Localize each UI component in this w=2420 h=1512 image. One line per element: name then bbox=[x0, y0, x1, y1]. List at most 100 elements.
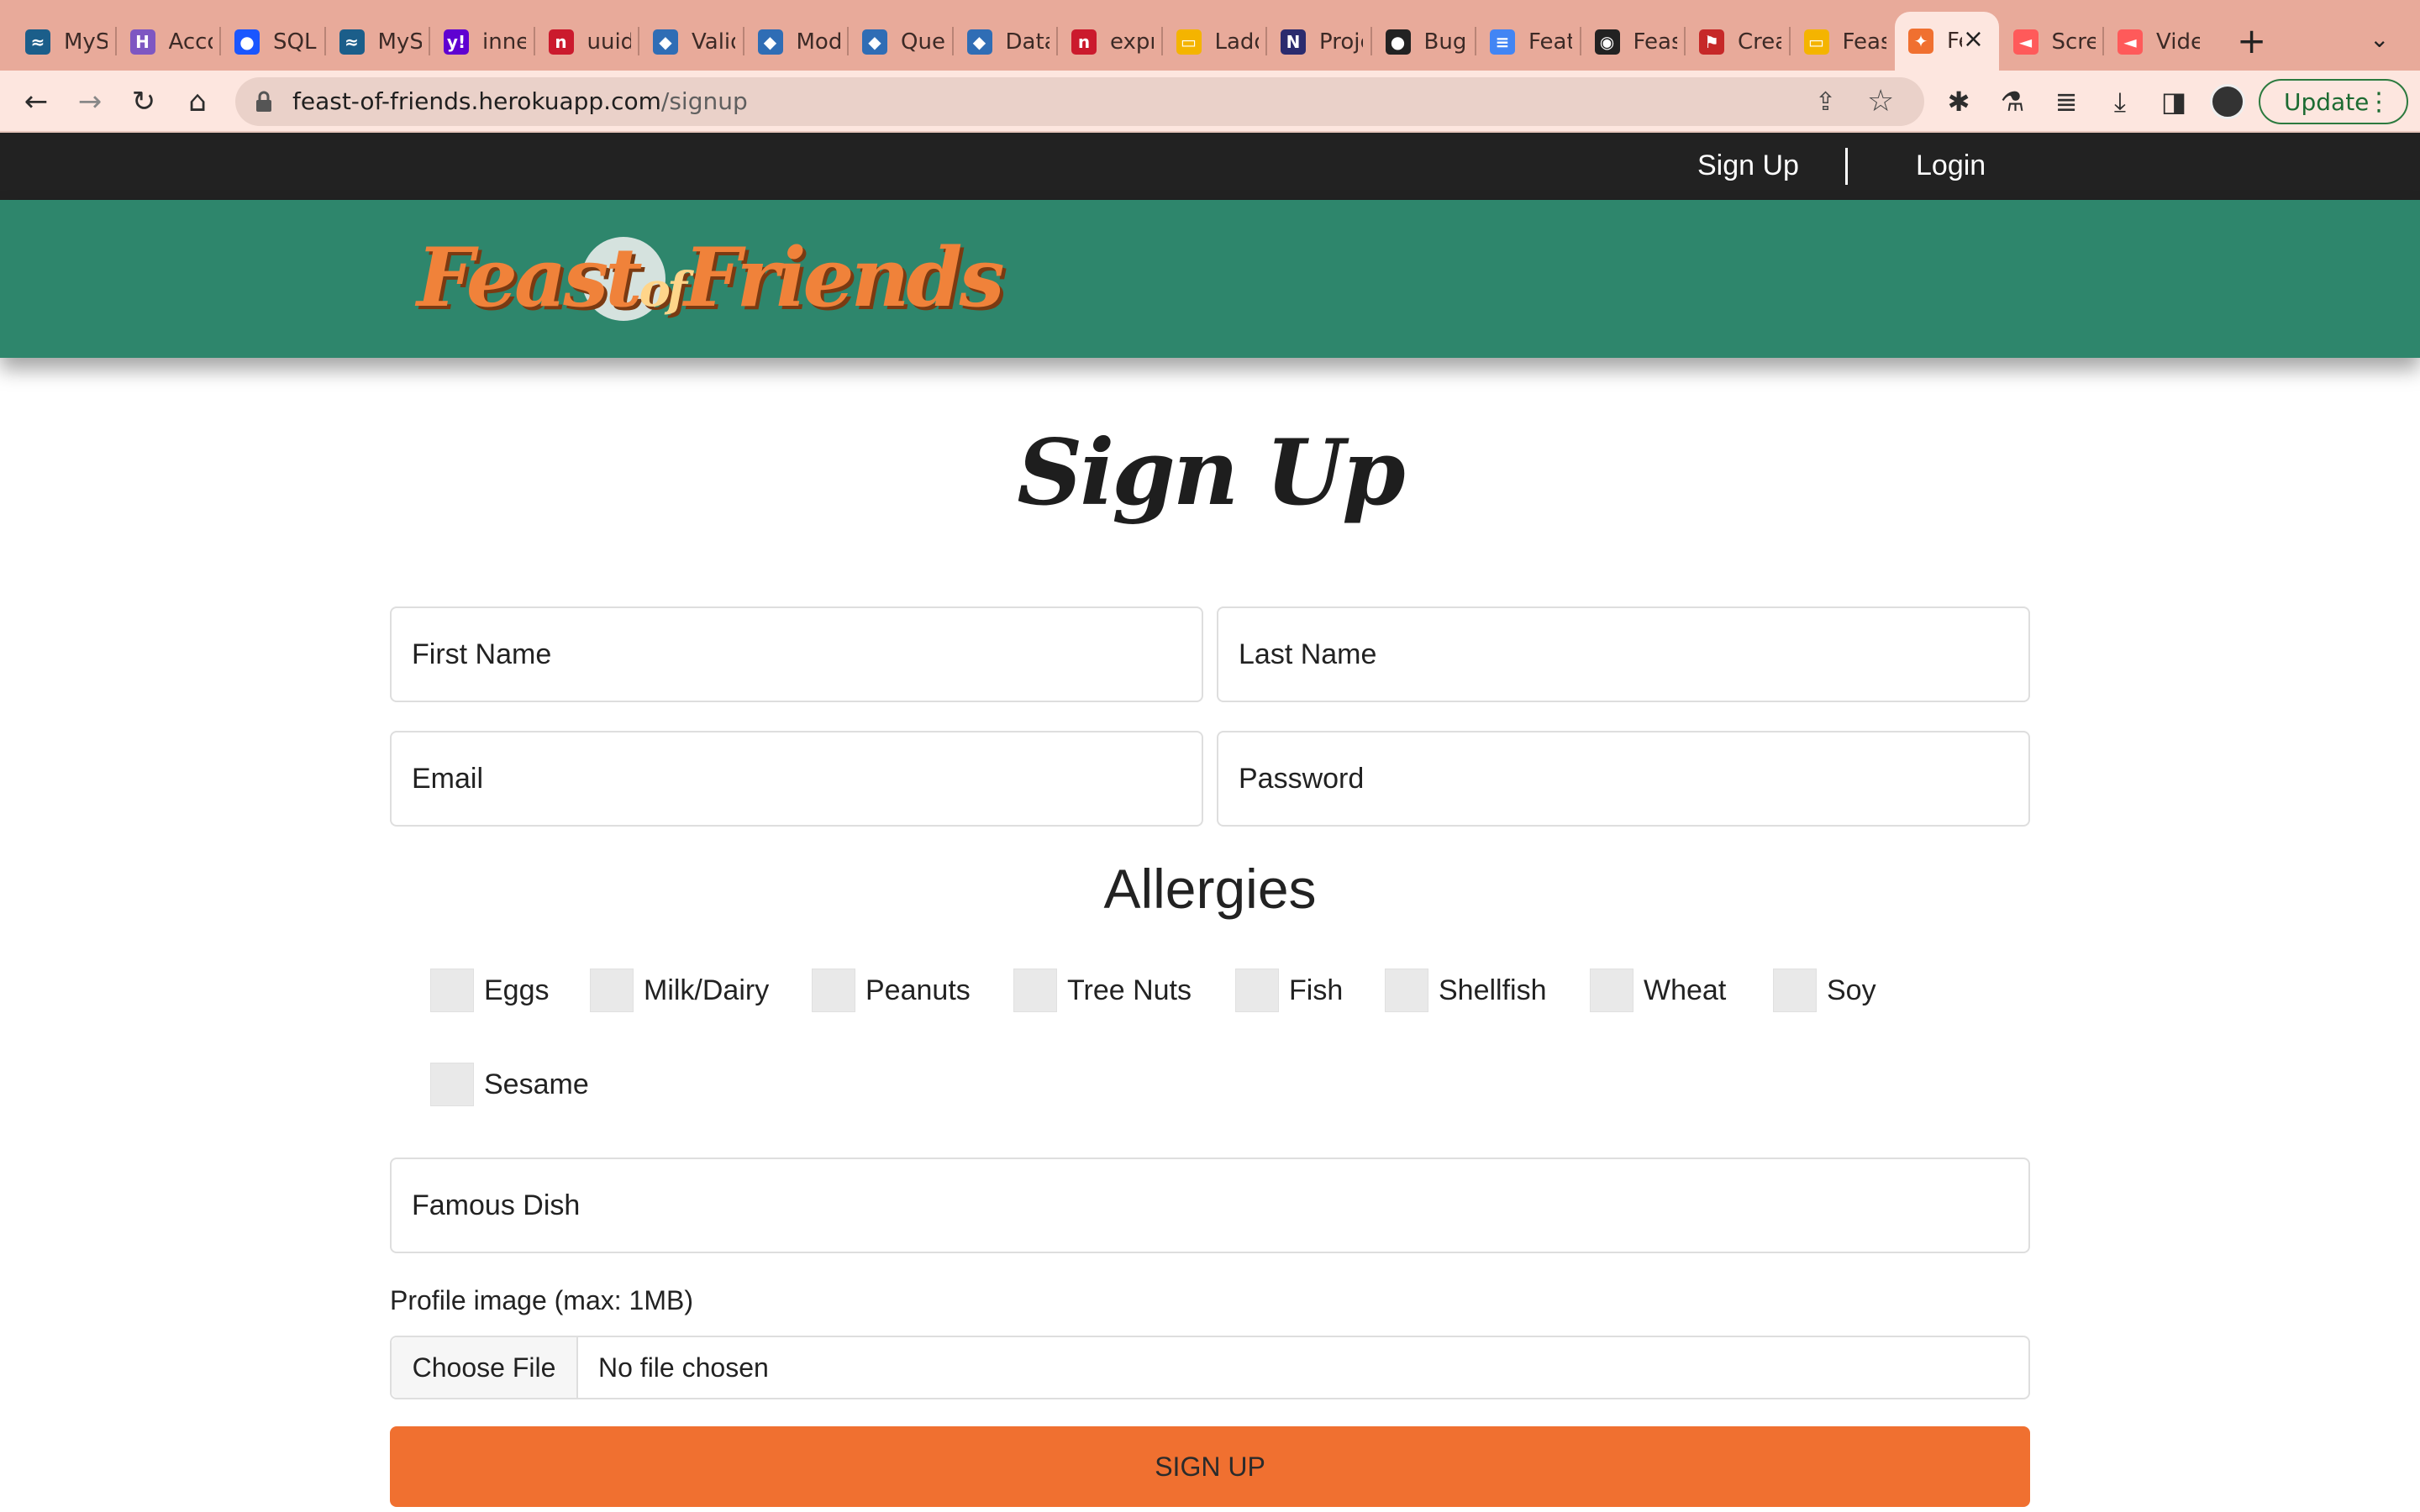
checkbox[interactable] bbox=[590, 969, 634, 1012]
browser-tab[interactable]: ● Bug bbox=[1372, 18, 1477, 66]
browser-tab[interactable]: y! inner bbox=[430, 18, 535, 66]
flag-icon: ⚑ bbox=[1699, 29, 1724, 55]
feast-of-friends-logo[interactable]: FeastofFriends bbox=[417, 222, 1005, 331]
tab-title: Feast of Friends bbox=[1947, 29, 1962, 54]
checkbox[interactable] bbox=[1385, 969, 1428, 1012]
signup-submit-button[interactable]: SIGN UP bbox=[390, 1426, 2030, 1507]
tab-title: Model bbox=[796, 29, 840, 55]
browser-tab[interactable]: ● SQL bbox=[221, 18, 326, 66]
tab-title: MySQL bbox=[377, 29, 422, 55]
allergy-label: Peanuts bbox=[865, 974, 971, 1006]
famous-dish-placeholder: Famous Dish bbox=[412, 1189, 581, 1221]
allergy-checkbox-sesame[interactable]: Sesame bbox=[430, 1062, 589, 1107]
bookmark-star-icon[interactable]: ☆ bbox=[1867, 84, 1894, 118]
checkbox[interactable] bbox=[1235, 969, 1279, 1012]
npm-icon: n bbox=[1071, 29, 1097, 55]
media-queue-icon[interactable]: ≣ bbox=[2047, 82, 2086, 121]
first-name-placeholder: First Name bbox=[412, 638, 552, 670]
allergy-label: Sesame bbox=[484, 1068, 589, 1100]
browser-tab[interactable]: ◆ Validation bbox=[639, 18, 744, 66]
menu-kebab-icon: ⋮ bbox=[2366, 87, 2391, 117]
browser-tab[interactable]: ▭ Feast bbox=[1791, 18, 1896, 66]
labs-flask-icon[interactable]: ⚗ bbox=[1993, 82, 2032, 121]
notion-icon: N bbox=[1281, 29, 1306, 55]
sequelize-icon: ◆ bbox=[757, 29, 783, 55]
allergy-checkbox-eggs[interactable]: Eggs bbox=[430, 968, 550, 1013]
last-name-input[interactable]: Last Name bbox=[1217, 606, 2030, 702]
checkbox[interactable] bbox=[1590, 969, 1634, 1012]
mysql-icon: ≈ bbox=[25, 29, 50, 55]
checkbox[interactable] bbox=[812, 969, 855, 1012]
famous-dish-input[interactable]: Famous Dish bbox=[390, 1158, 2030, 1253]
logo-text: FeastofFriends bbox=[417, 230, 1005, 325]
tab-title: Ladder bbox=[1214, 29, 1259, 55]
browser-tab[interactable]: ◄ Video bbox=[2104, 18, 2209, 66]
profile-image-file-input[interactable]: Choose File No file chosen bbox=[390, 1336, 2030, 1399]
profile-image-label: Profile image (max: 1MB) bbox=[390, 1285, 693, 1315]
address-bar[interactable]: feast-of-friends.herokuapp.com/signup ⇪ … bbox=[235, 77, 1924, 126]
new-tab-button[interactable]: + bbox=[2237, 22, 2266, 60]
screencastify-icon: ◄ bbox=[2118, 29, 2143, 55]
checkbox[interactable] bbox=[430, 1063, 474, 1106]
browser-tab[interactable]: n express bbox=[1058, 18, 1163, 66]
browser-tab[interactable]: ◆ Queries bbox=[849, 18, 954, 66]
profile-avatar[interactable] bbox=[2210, 84, 2245, 119]
allergy-checkbox-soy[interactable]: Soy bbox=[1773, 968, 1876, 1013]
allergy-label: Shellfish bbox=[1439, 974, 1547, 1006]
home-icon[interactable]: ⌂ bbox=[178, 82, 217, 121]
email-input[interactable]: Email bbox=[390, 731, 1203, 827]
download-icon[interactable]: ⤓ bbox=[2101, 82, 2139, 121]
forward-arrow-icon[interactable]: → bbox=[71, 82, 109, 121]
sequelize-icon: ◆ bbox=[653, 29, 678, 55]
extensions-puzzle-icon[interactable]: ✱ bbox=[1939, 82, 1978, 121]
tab-title: Data bbox=[1005, 29, 1050, 55]
allergy-checkbox-wheat[interactable]: Wheat bbox=[1590, 968, 1726, 1013]
checkbox[interactable] bbox=[1773, 969, 1817, 1012]
allergy-checkbox-peanuts[interactable]: Peanuts bbox=[812, 968, 971, 1013]
share-icon[interactable]: ⇪ bbox=[1815, 87, 1836, 117]
browser-tab[interactable]: ≡ Feature bbox=[1476, 18, 1581, 66]
nav-login-link[interactable]: Login bbox=[1916, 150, 1986, 182]
reload-icon[interactable]: ↻ bbox=[124, 82, 163, 121]
browser-tab[interactable]: ◉ Feast bbox=[1581, 18, 1686, 66]
checkbox[interactable] bbox=[1013, 969, 1057, 1012]
npm-icon: n bbox=[548, 29, 574, 55]
password-input[interactable]: Password bbox=[1217, 731, 2030, 827]
allergy-checkbox-fish[interactable]: Fish bbox=[1235, 968, 1343, 1013]
tab-title: Feast bbox=[1633, 29, 1677, 55]
browser-tab[interactable]: n uuid bbox=[535, 18, 640, 66]
allergy-checkbox-tree-nuts[interactable]: Tree Nuts bbox=[1013, 968, 1192, 1013]
choose-file-button[interactable]: Choose File bbox=[392, 1337, 578, 1398]
tab-title: Video bbox=[2156, 29, 2200, 55]
allergy-checkbox-milk-dairy[interactable]: Milk/Dairy bbox=[590, 968, 769, 1013]
update-label: Update bbox=[2284, 87, 2370, 116]
nav-signup-link[interactable]: Sign Up bbox=[1697, 150, 1799, 182]
allergies-heading: Allergies bbox=[1103, 858, 1317, 920]
browser-tab[interactable]: ≈ MySQL bbox=[326, 18, 431, 66]
browser-tab[interactable]: ≈ MySQL bbox=[12, 18, 117, 66]
browser-tab[interactable]: ◆ Data bbox=[954, 18, 1059, 66]
checkbox[interactable] bbox=[430, 969, 474, 1012]
back-arrow-icon[interactable]: ← bbox=[17, 82, 55, 121]
browser-tab[interactable]: ⚑ Create bbox=[1686, 18, 1791, 66]
browser-tab[interactable]: ▭ Ladder bbox=[1163, 18, 1268, 66]
lock-icon bbox=[256, 91, 271, 112]
url-text[interactable]: feast-of-friends.herokuapp.com/signup bbox=[292, 87, 748, 115]
browser-tab-strip: ≈MySQLHAccounts●SQL≈MySQLy!innernuuid◆Va… bbox=[0, 0, 2420, 71]
browser-tab[interactable]: ◄ Screencastify bbox=[2000, 18, 2105, 66]
browser-tab[interactable]: ◆ Model bbox=[744, 18, 850, 66]
browser-update-button[interactable]: Update ⋮ bbox=[2259, 79, 2408, 124]
tab-close-icon[interactable]: × bbox=[1963, 27, 1984, 52]
browser-tab[interactable]: N Project bbox=[1267, 18, 1372, 66]
tab-search-chevron-icon[interactable]: ⌄ bbox=[2370, 25, 2389, 53]
allergy-checkbox-shellfish[interactable]: Shellfish bbox=[1385, 968, 1547, 1013]
side-panel-icon[interactable]: ◨ bbox=[2154, 82, 2193, 121]
first-name-input[interactable]: First Name bbox=[390, 606, 1203, 702]
file-status-text: No file chosen bbox=[598, 1352, 769, 1383]
allergy-label: Tree Nuts bbox=[1067, 974, 1192, 1006]
allergy-label: Milk/Dairy bbox=[644, 974, 770, 1006]
browser-tab-active[interactable]: ✦ Feast of Friends× bbox=[1895, 12, 1999, 71]
tab-title: Feast bbox=[1842, 29, 1886, 55]
browser-tab[interactable]: H Accounts bbox=[117, 18, 222, 66]
tab-title: Feature bbox=[1528, 29, 1572, 55]
